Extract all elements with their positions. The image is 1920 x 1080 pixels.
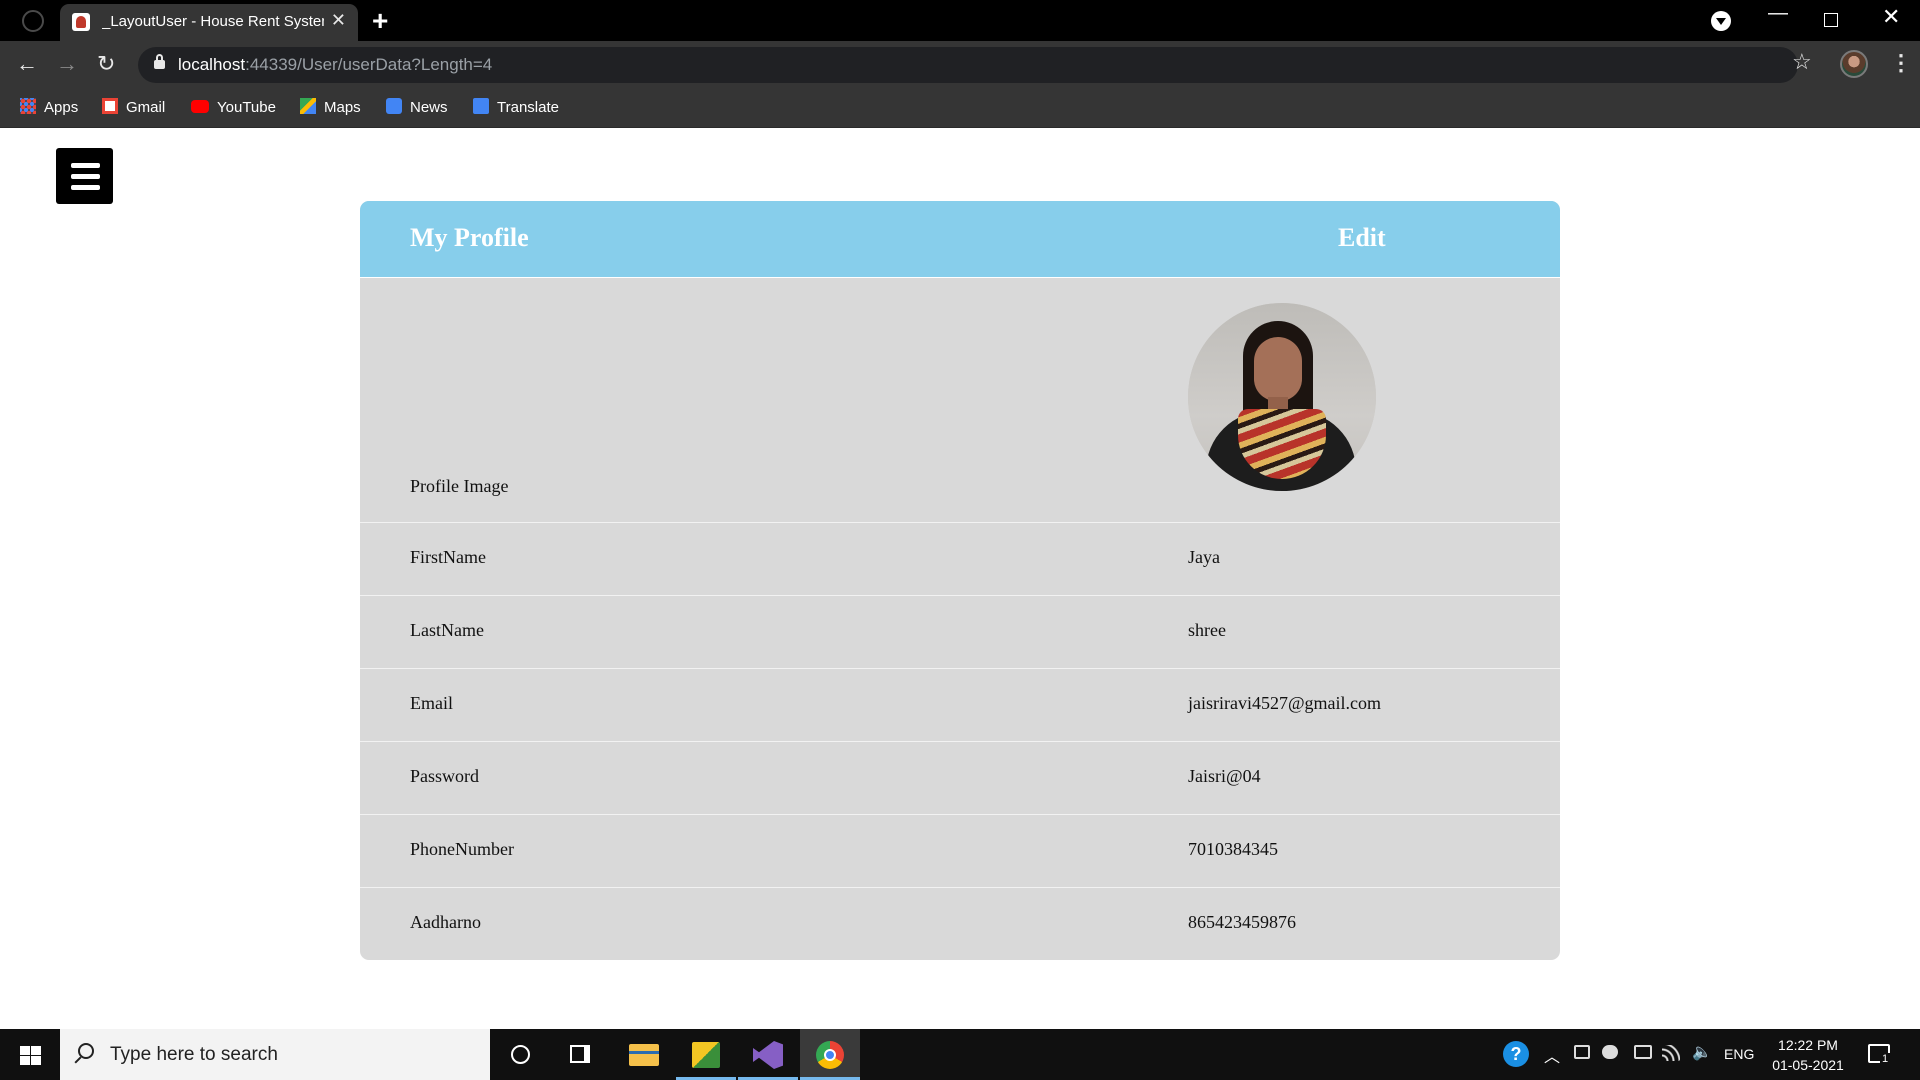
new-tab-icon[interactable]: +: [372, 5, 388, 37]
menu-kebab-icon[interactable]: ⋮: [1890, 50, 1912, 76]
windows-start-icon[interactable]: [20, 1046, 42, 1066]
profile-avatar[interactable]: [1840, 50, 1868, 78]
wifi-icon[interactable]: [1662, 1045, 1680, 1061]
bookmark-label: Gmail: [126, 99, 166, 116]
row-label: PhoneNumber: [410, 839, 514, 859]
notification-count: 1: [1880, 1053, 1891, 1065]
browser-tab-strip: _LayoutUser - House Rent System ✕ + — ✕: [0, 0, 1920, 41]
bookmark-label: News: [410, 99, 448, 116]
visual-studio-icon[interactable]: [738, 1029, 798, 1080]
profile-photo: [1188, 303, 1376, 491]
back-arrow-icon[interactable]: ←: [16, 51, 38, 77]
hamburger-menu-icon[interactable]: [56, 148, 113, 204]
tab-search-icon[interactable]: [1711, 11, 1731, 31]
bookmarks-bar: Apps Gmail YouTube Maps News Translate: [0, 88, 1920, 128]
youtube-icon: [191, 99, 209, 113]
profile-card: My Profile Edit Profile Image FirstName …: [360, 201, 1560, 960]
lock-icon[interactable]: [154, 54, 165, 69]
row-label: Profile Image: [410, 476, 509, 496]
forward-arrow-icon[interactable]: →: [56, 51, 78, 77]
row-value: 865423459876: [1188, 912, 1296, 932]
profile-card-header: My Profile Edit: [360, 201, 1560, 278]
app-icon[interactable]: [676, 1029, 736, 1080]
bookmark-label: Translate: [497, 99, 559, 116]
bookmark-label: Maps: [324, 99, 361, 116]
minimize-icon[interactable]: —: [1768, 2, 1788, 25]
row-label: Password: [410, 766, 480, 786]
profile-row-password: Password Jaisri@04: [360, 742, 1560, 815]
row-value: jaisriravi4527@gmail.com: [1188, 693, 1382, 713]
clock-time: 12:22 PM: [1778, 1037, 1838, 1053]
chrome-icon[interactable]: [800, 1029, 860, 1080]
language-indicator[interactable]: ENG: [1724, 1046, 1754, 1080]
tab-close-icon[interactable]: ✕: [331, 10, 346, 31]
bookmark-youtube[interactable]: YouTube: [191, 88, 276, 128]
profile-row-image: Profile Image: [360, 278, 1560, 523]
news-icon: [386, 98, 402, 115]
github-icon[interactable]: [22, 10, 44, 32]
bookmark-apps[interactable]: Apps: [20, 88, 78, 128]
search-icon: [78, 1043, 94, 1059]
bookmark-label: Apps: [44, 99, 79, 116]
search-placeholder: Type here to search: [110, 1044, 278, 1065]
clock[interactable]: 12:22 PM 01-05-2021: [1768, 1035, 1848, 1080]
address-bar[interactable]: localhost:44339/User/userData?Length=4: [138, 47, 1798, 83]
windows-taskbar: Type here to search ? ︿ 🔈 ENG 12:22 PM 0…: [0, 1029, 1920, 1080]
bookmark-label: YouTube: [217, 99, 276, 116]
row-label: LastName: [410, 620, 484, 640]
house-favicon-icon: [72, 13, 90, 31]
row-value: Jaya: [1188, 547, 1220, 567]
profile-row-firstname: FirstName Jaya: [360, 523, 1560, 596]
onedrive-cloud-icon[interactable]: [1602, 1045, 1618, 1059]
bookmark-gmail[interactable]: Gmail: [102, 88, 165, 128]
gmail-icon: [102, 98, 118, 115]
url-text[interactable]: localhost:44339/User/userData?Length=4: [178, 55, 492, 75]
profile-row-aadhar: Aadharno 865423459876: [360, 888, 1560, 960]
url-path: :44339/User/userData?Length=4: [245, 55, 493, 74]
row-value: Jaisri@04: [1188, 766, 1261, 786]
browser-tab-active[interactable]: _LayoutUser - House Rent System ✕: [60, 4, 358, 41]
page-content: My Profile Edit Profile Image FirstName …: [0, 129, 1920, 1029]
battery-icon[interactable]: [1634, 1045, 1652, 1059]
bookmark-translate[interactable]: Translate: [473, 88, 559, 128]
row-value: shree: [1188, 620, 1226, 640]
taskbar-search-input[interactable]: Type here to search: [60, 1029, 490, 1080]
reload-icon[interactable]: ↻: [97, 51, 115, 77]
meet-now-icon[interactable]: [1574, 1045, 1590, 1059]
window-close-icon[interactable]: ✕: [1882, 4, 1900, 30]
row-label: Email: [410, 693, 453, 713]
task-view-icon[interactable]: [550, 1029, 610, 1080]
help-icon[interactable]: ?: [1503, 1041, 1529, 1067]
profile-row-email: Email jaisriravi4527@gmail.com: [360, 669, 1560, 742]
row-label: FirstName: [410, 547, 486, 567]
bookmark-star-icon[interactable]: ☆: [1792, 49, 1812, 75]
row-value: 7010384345: [1188, 839, 1278, 859]
edit-link[interactable]: Edit: [1338, 223, 1386, 253]
profile-title: My Profile: [410, 223, 529, 252]
row-label: Aadharno: [410, 912, 481, 932]
tab-title: _LayoutUser - House Rent System: [102, 13, 324, 30]
apps-grid-icon: [20, 98, 36, 115]
volume-icon[interactable]: 🔈: [1692, 1042, 1712, 1062]
profile-row-phone: PhoneNumber 7010384345: [360, 815, 1560, 888]
maximize-icon[interactable]: [1824, 13, 1838, 27]
clock-date: 01-05-2021: [1772, 1057, 1844, 1073]
file-explorer-icon[interactable]: [614, 1029, 674, 1080]
maps-icon: [300, 98, 316, 115]
browser-toolbar: ← → ↻ localhost:44339/User/userData?Leng…: [0, 41, 1920, 88]
url-host: localhost: [178, 55, 246, 74]
bookmark-news[interactable]: News: [386, 88, 448, 128]
profile-row-lastname: LastName shree: [360, 596, 1560, 669]
bookmark-maps[interactable]: Maps: [300, 88, 361, 128]
cortana-icon[interactable]: [490, 1029, 550, 1080]
translate-icon: [473, 98, 489, 115]
show-hidden-icons-chevron-icon[interactable]: ︿: [1544, 1043, 1560, 1080]
